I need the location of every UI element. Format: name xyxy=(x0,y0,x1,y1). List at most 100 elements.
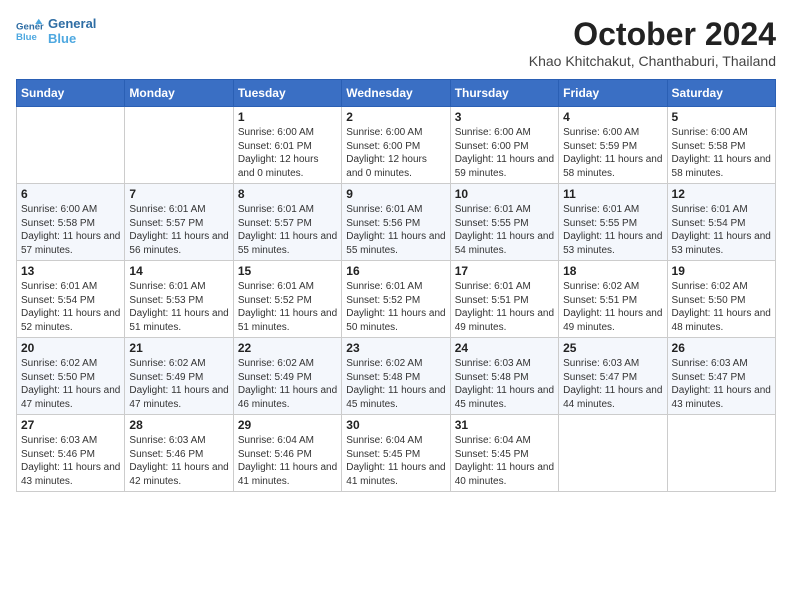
cell-info: Sunrise: 6:01 AMSunset: 5:54 PMDaylight:… xyxy=(672,203,771,257)
calendar-cell: 18 Sunrise: 6:02 AMSunset: 5:51 PMDayligh… xyxy=(559,261,667,338)
cell-info: Sunrise: 6:01 AMSunset: 5:57 PMDaylight:… xyxy=(129,203,228,257)
cell-info: Sunrise: 6:02 AMSunset: 5:49 PMDaylight:… xyxy=(129,357,228,411)
day-number: 26 xyxy=(672,341,771,355)
cell-info: Sunrise: 6:01 AMSunset: 5:52 PMDaylight:… xyxy=(238,280,337,334)
calendar-cell: 17 Sunrise: 6:01 AMSunset: 5:51 PMDayligh… xyxy=(450,261,558,338)
week-row-4: 20 Sunrise: 6:02 AMSunset: 5:50 PMDayligh… xyxy=(17,338,776,415)
weekday-header-sunday: Sunday xyxy=(17,80,125,107)
logo-line2: Blue xyxy=(48,31,96,46)
week-row-5: 27Sunrise: 6:03 AMSunset: 5:46 PMDayligh… xyxy=(17,415,776,492)
svg-text:Blue: Blue xyxy=(16,32,37,43)
month-title: October 2024 xyxy=(529,16,776,53)
cell-info: Sunrise: 6:01 AMSunset: 5:52 PMDaylight:… xyxy=(346,280,445,334)
weekday-header-wednesday: Wednesday xyxy=(342,80,450,107)
cell-info: Sunrise: 6:01 AMSunset: 5:57 PMDaylight:… xyxy=(238,203,337,257)
logo: General Blue General Blue xyxy=(16,16,96,46)
calendar-cell: 6 Sunrise: 6:00 AMSunset: 5:58 PMDaylight… xyxy=(17,184,125,261)
cell-info: Sunrise: 6:04 AMSunset: 5:46 PMDaylight:… xyxy=(238,434,337,488)
day-number: 16 xyxy=(346,264,445,278)
day-number: 25 xyxy=(563,341,662,355)
calendar-cell: 22 Sunrise: 6:02 AMSunset: 5:49 PMDayligh… xyxy=(233,338,341,415)
cell-info: Sunrise: 6:01 AMSunset: 5:54 PMDaylight:… xyxy=(21,280,120,334)
calendar-cell: 10 Sunrise: 6:01 AMSunset: 5:55 PMDayligh… xyxy=(450,184,558,261)
calendar-cell: 28 Sunrise: 6:03 AMSunset: 5:46 PMDayligh… xyxy=(125,415,233,492)
day-number: 20 xyxy=(21,341,120,355)
calendar-cell: 20 Sunrise: 6:02 AMSunset: 5:50 PMDayligh… xyxy=(17,338,125,415)
weekday-header-monday: Monday xyxy=(125,80,233,107)
cell-info: Sunrise: 6:03 AMSunset: 5:48 PMDaylight:… xyxy=(455,357,554,411)
weekday-header-row: SundayMondayTuesdayWednesdayThursdayFrid… xyxy=(17,80,776,107)
day-number: 30 xyxy=(346,418,445,432)
day-number: 12 xyxy=(672,187,771,201)
day-number: 7 xyxy=(129,187,228,201)
day-number: 10 xyxy=(455,187,554,201)
calendar-cell: 5Sunrise: 6:00 AMSunset: 5:58 PMDaylight… xyxy=(667,107,775,184)
logo-icon: General Blue xyxy=(16,17,44,45)
calendar-cell: 30 Sunrise: 6:04 AMSunset: 5:45 PMDayligh… xyxy=(342,415,450,492)
calendar-cell: 4Sunrise: 6:00 AMSunset: 5:59 PMDaylight… xyxy=(559,107,667,184)
calendar-cell: 11Sunrise: 6:01 AMSunset: 5:55 PMDayligh… xyxy=(559,184,667,261)
weekday-header-tuesday: Tuesday xyxy=(233,80,341,107)
calendar-cell: 21 Sunrise: 6:02 AMSunset: 5:49 PMDayligh… xyxy=(125,338,233,415)
cell-info: Sunrise: 6:03 AMSunset: 5:46 PMDaylight:… xyxy=(21,434,120,488)
calendar-cell: 31 Sunrise: 6:04 AMSunset: 5:45 PMDayligh… xyxy=(450,415,558,492)
calendar-cell: 24 Sunrise: 6:03 AMSunset: 5:48 PMDayligh… xyxy=(450,338,558,415)
day-number: 9 xyxy=(346,187,445,201)
cell-info: Sunrise: 6:04 AMSunset: 5:45 PMDaylight:… xyxy=(455,434,554,488)
calendar-cell: 29 Sunrise: 6:04 AMSunset: 5:46 PMDayligh… xyxy=(233,415,341,492)
day-number: 6 xyxy=(21,187,120,201)
cell-info: Sunrise: 6:00 AMSunset: 6:00 PMDaylight:… xyxy=(455,126,554,180)
calendar-cell xyxy=(559,415,667,492)
day-number: 5 xyxy=(672,110,771,124)
calendar-cell: 23 Sunrise: 6:02 AMSunset: 5:48 PMDayligh… xyxy=(342,338,450,415)
cell-info: Sunrise: 6:00 AMSunset: 5:59 PMDaylight:… xyxy=(563,126,662,180)
location: Khao Khitchakut, Chanthaburi, Thailand xyxy=(529,53,776,69)
day-number: 1 xyxy=(238,110,337,124)
day-number: 3 xyxy=(455,110,554,124)
page-header: General Blue General Blue October 2024 K… xyxy=(16,16,776,69)
week-row-3: 13 Sunrise: 6:01 AMSunset: 5:54 PMDayligh… xyxy=(17,261,776,338)
cell-info: Sunrise: 6:03 AMSunset: 5:46 PMDaylight:… xyxy=(129,434,228,488)
calendar-cell: 3 Sunrise: 6:00 AMSunset: 6:00 PMDaylight… xyxy=(450,107,558,184)
calendar-cell: 16 Sunrise: 6:01 AMSunset: 5:52 PMDayligh… xyxy=(342,261,450,338)
calendar-cell: 9 Sunrise: 6:01 AMSunset: 5:56 PMDaylight… xyxy=(342,184,450,261)
calendar-cell: 8Sunrise: 6:01 AMSunset: 5:57 PMDaylight… xyxy=(233,184,341,261)
logo-line1: General xyxy=(48,16,96,31)
calendar-cell: 15Sunrise: 6:01 AMSunset: 5:52 PMDayligh… xyxy=(233,261,341,338)
calendar-cell: 14 Sunrise: 6:01 AMSunset: 5:53 PMDayligh… xyxy=(125,261,233,338)
cell-info: Sunrise: 6:01 AMSunset: 5:56 PMDaylight:… xyxy=(346,203,445,257)
calendar-cell: 2Sunrise: 6:00 AMSunset: 6:00 PMDaylight… xyxy=(342,107,450,184)
calendar-cell: 1 Sunrise: 6:00 AMSunset: 6:01 PMDaylight… xyxy=(233,107,341,184)
cell-info: Sunrise: 6:01 AMSunset: 5:55 PMDaylight:… xyxy=(455,203,554,257)
cell-info: Sunrise: 6:01 AMSunset: 5:53 PMDaylight:… xyxy=(129,280,228,334)
cell-info: Sunrise: 6:02 AMSunset: 5:51 PMDaylight:… xyxy=(563,280,662,334)
cell-info: Sunrise: 6:00 AMSunset: 5:58 PMDaylight:… xyxy=(21,203,120,257)
calendar-cell: 12 Sunrise: 6:01 AMSunset: 5:54 PMDayligh… xyxy=(667,184,775,261)
calendar-cell xyxy=(667,415,775,492)
week-row-2: 6 Sunrise: 6:00 AMSunset: 5:58 PMDaylight… xyxy=(17,184,776,261)
day-number: 22 xyxy=(238,341,337,355)
day-number: 28 xyxy=(129,418,228,432)
cell-info: Sunrise: 6:04 AMSunset: 5:45 PMDaylight:… xyxy=(346,434,445,488)
calendar-cell: 27Sunrise: 6:03 AMSunset: 5:46 PMDayligh… xyxy=(17,415,125,492)
day-number: 13 xyxy=(21,264,120,278)
day-number: 21 xyxy=(129,341,228,355)
calendar-cell: 26Sunrise: 6:03 AMSunset: 5:47 PMDayligh… xyxy=(667,338,775,415)
cell-info: Sunrise: 6:02 AMSunset: 5:50 PMDaylight:… xyxy=(21,357,120,411)
cell-info: Sunrise: 6:02 AMSunset: 5:49 PMDaylight:… xyxy=(238,357,337,411)
cell-info: Sunrise: 6:00 AMSunset: 6:01 PMDaylight:… xyxy=(238,126,337,180)
day-number: 24 xyxy=(455,341,554,355)
day-number: 23 xyxy=(346,341,445,355)
cell-info: Sunrise: 6:03 AMSunset: 5:47 PMDaylight:… xyxy=(563,357,662,411)
day-number: 19 xyxy=(672,264,771,278)
day-number: 31 xyxy=(455,418,554,432)
calendar-cell: 7 Sunrise: 6:01 AMSunset: 5:57 PMDaylight… xyxy=(125,184,233,261)
day-number: 17 xyxy=(455,264,554,278)
day-number: 29 xyxy=(238,418,337,432)
cell-info: Sunrise: 6:01 AMSunset: 5:51 PMDaylight:… xyxy=(455,280,554,334)
day-number: 11 xyxy=(563,187,662,201)
cell-info: Sunrise: 6:02 AMSunset: 5:48 PMDaylight:… xyxy=(346,357,445,411)
day-number: 18 xyxy=(563,264,662,278)
day-number: 14 xyxy=(129,264,228,278)
calendar-cell: 25 Sunrise: 6:03 AMSunset: 5:47 PMDayligh… xyxy=(559,338,667,415)
